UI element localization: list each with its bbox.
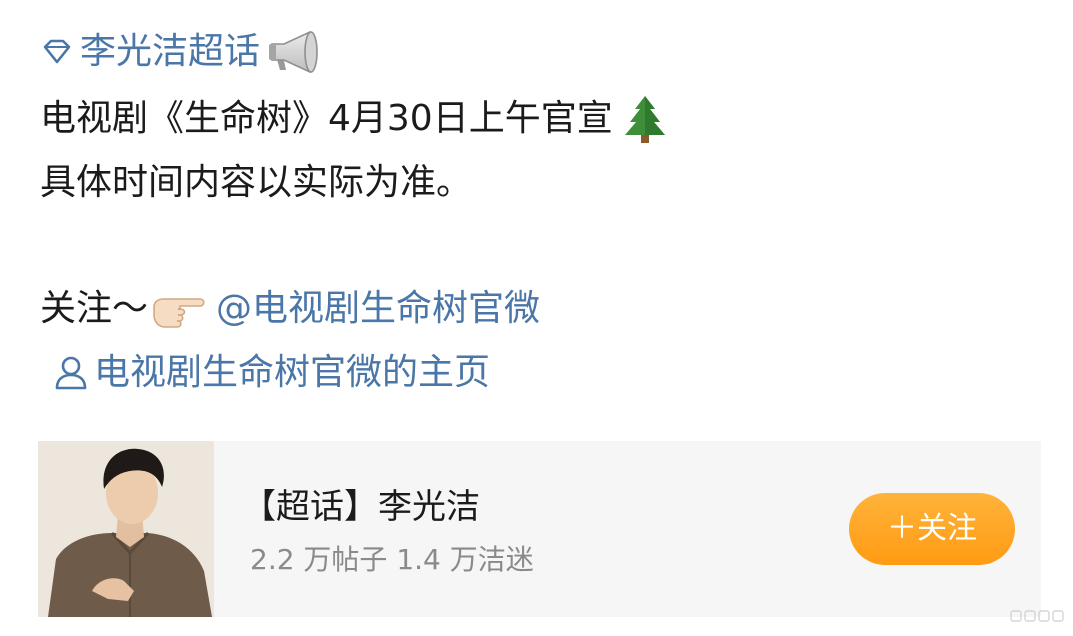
supertopic-card[interactable]: 【超话】李光洁 2.2 万帖子 1.4 万洁迷 ＋关注 <box>38 441 1041 617</box>
megaphone-icon <box>266 26 324 78</box>
homepage-link[interactable]: 电视剧生命树官微的主页 <box>94 347 490 399</box>
post-text-line: 电视剧《生命树》4月30日上午官宣 <box>40 93 669 145</box>
mention-link[interactable]: @电视剧生命树官微 <box>216 283 540 335</box>
supertopic-stats: 2.2 万帖子 1.4 万洁迷 <box>250 543 534 576</box>
follow-button[interactable]: ＋关注 <box>849 493 1015 565</box>
diamond-icon[interactable] <box>40 35 74 69</box>
user-icon[interactable] <box>52 353 90 393</box>
post-line-2: 具体时间内容以实际为准。 <box>40 162 473 203</box>
supertopic-avatar <box>38 441 214 617</box>
supertopic-link[interactable]: 李光洁超话 <box>80 26 260 78</box>
follow-mention-line: 关注～ @电视剧生命树官微 <box>40 283 540 335</box>
pointing-hand-icon <box>150 287 208 331</box>
evergreen-tree-icon <box>621 93 669 145</box>
watermark-logo <box>1010 608 1066 624</box>
supertopic-title: 【超话】李光洁 <box>242 487 480 527</box>
follow-prefix: 关注～ <box>40 288 149 329</box>
post-line-1: 电视剧《生命树》4月30日上午官宣 <box>40 98 613 139</box>
homepage-link-line: 电视剧生命树官微的主页 <box>52 347 490 399</box>
post-text-line: 具体时间内容以实际为准。 <box>40 157 472 209</box>
supertopic-line: 李光洁超话 <box>40 26 324 78</box>
